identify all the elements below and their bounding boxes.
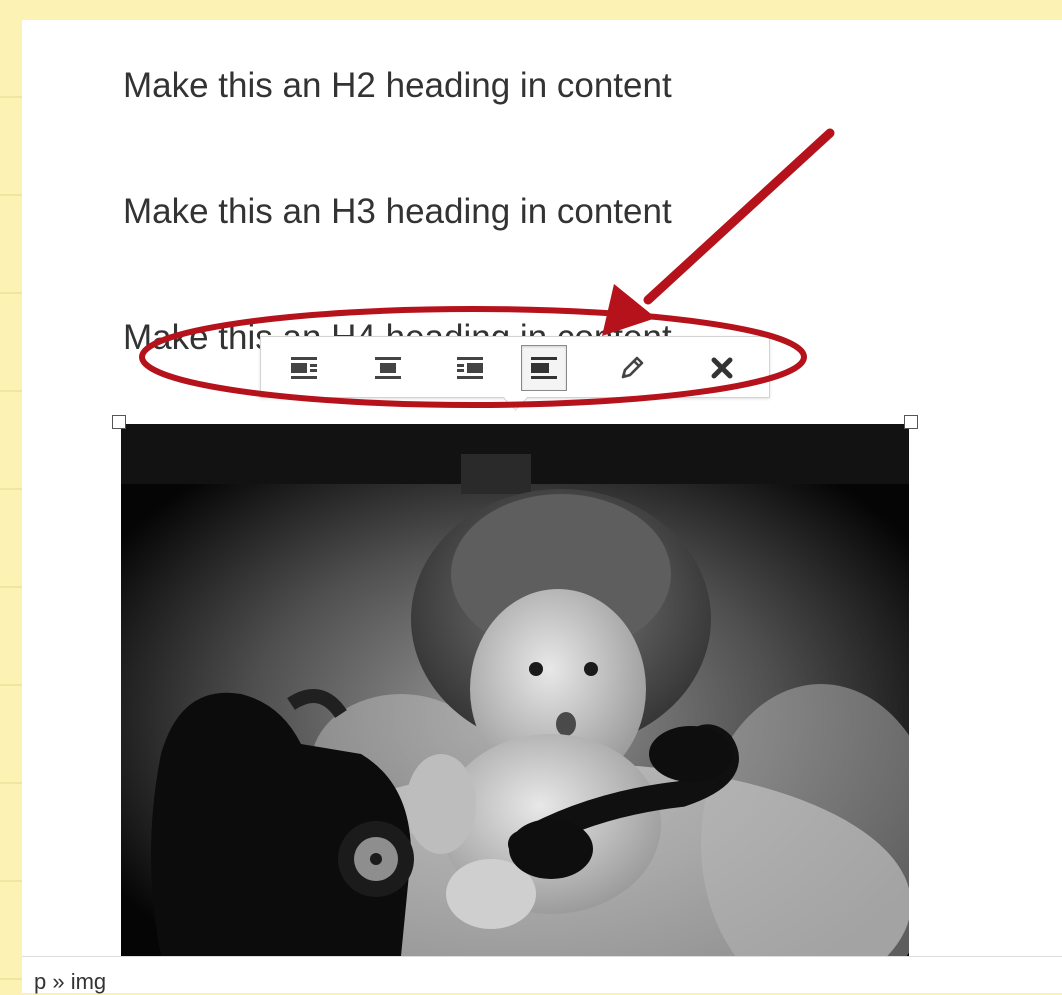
align-center-button[interactable] [365,345,411,391]
resize-handle-top-right[interactable] [904,415,918,429]
image-toolbar [260,336,770,411]
editor-statusbar: p » img [22,956,1062,995]
align-left-button[interactable] [281,345,327,391]
no-alignment-button[interactable] [521,345,567,391]
selected-image[interactable] [112,415,918,956]
editor-content-area[interactable]: Make this an H2 heading in content Make … [22,20,1062,995]
element-path[interactable]: p » img [34,969,106,995]
align-none-icon [531,357,557,379]
paragraph-h2[interactable]: Make this an H2 heading in content [123,64,672,108]
remove-image-button[interactable] [699,345,745,391]
edit-image-button[interactable] [609,345,655,391]
baby-photo[interactable] [121,424,909,956]
align-right-icon [457,357,483,379]
close-icon [711,357,733,379]
align-right-button[interactable] [447,345,493,391]
align-center-icon [375,357,401,379]
pencil-icon [621,356,644,379]
align-left-icon [291,357,317,379]
resize-handle-top-left[interactable] [112,415,126,429]
page-margin [0,0,22,992]
paragraph-h3[interactable]: Make this an H3 heading in content [123,190,672,234]
